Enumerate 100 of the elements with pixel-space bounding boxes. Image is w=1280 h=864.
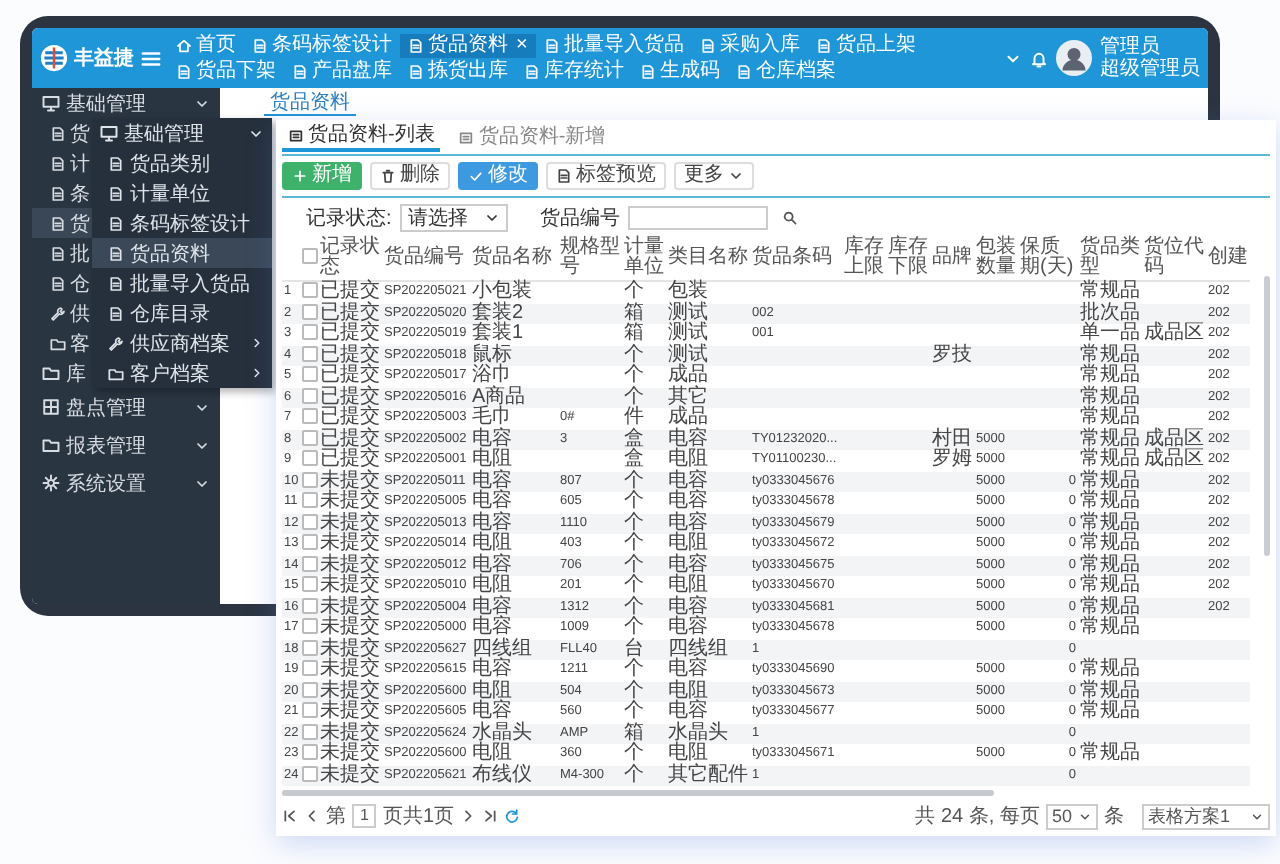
table-cell: 台 (624, 637, 644, 659)
table-cell: 箱 (624, 322, 644, 344)
table-cell: 常规品 (1080, 679, 1140, 701)
table-cell: 常规品 (1080, 427, 1140, 449)
pager-text: 共 24 条, 每页 (915, 803, 1040, 830)
table-cell: 罗姆 (932, 448, 972, 470)
table-cell: 未提交 (320, 511, 380, 533)
table-cell: 已提交 (320, 364, 380, 386)
table-cell: 电容 (668, 469, 708, 491)
table-cell: 电阻 (472, 532, 512, 554)
table-cell: 已提交 (320, 427, 380, 449)
table-cell: 个 (624, 616, 644, 638)
table-cell: 未提交 (320, 532, 380, 554)
table-cell: 个 (624, 280, 644, 302)
table-cell: 个 (624, 679, 644, 701)
table-cell: 已提交 (320, 448, 380, 470)
table-cell: 电容 (472, 700, 512, 722)
table-cell: 个 (624, 700, 644, 722)
table-cell: 成品区 (1144, 322, 1204, 344)
table-cell: 已提交 (320, 385, 380, 407)
filter-label: 记录状态: (306, 205, 392, 232)
table-cell: 个 (624, 511, 644, 533)
table-cell: 批次品 (1080, 301, 1140, 323)
table-cell: 测试 (668, 343, 708, 365)
table-cell: 电容 (668, 511, 708, 533)
table-cell: 已提交 (320, 301, 380, 323)
table-cell: 毛巾 (472, 406, 512, 428)
table-cell: 电容 (668, 553, 708, 575)
table-cell: 未提交 (320, 574, 380, 596)
table-cell: 未提交 (320, 763, 380, 785)
table-cell: 已提交 (320, 322, 380, 344)
table-cell: 成品区 (1144, 427, 1204, 449)
table-cell: 个 (624, 532, 644, 554)
table-cell: 常规品 (1080, 595, 1140, 617)
table-cell: 未提交 (320, 490, 380, 512)
table-cell: 电容 (472, 553, 512, 575)
table-cell: 电阻 (668, 679, 708, 701)
table-cell: 未提交 (320, 700, 380, 722)
table-cell: 个 (624, 385, 644, 407)
table-cell: 常规品 (1080, 553, 1140, 575)
table-cell: 电容 (472, 511, 512, 533)
table-cell: 个 (624, 553, 644, 575)
table-cell: 个 (624, 574, 644, 596)
table-cell: 浴巾 (472, 364, 512, 386)
table-cell: 箱 (624, 721, 644, 743)
pager-text: 第 (326, 804, 346, 830)
table-cell: 电容 (472, 595, 512, 617)
user-role: 超级管理员 (1100, 58, 1200, 80)
table-cell: 电容 (668, 490, 708, 512)
table-cell: 四线组 (668, 637, 728, 659)
table-cell: 未提交 (320, 721, 380, 743)
table-cell: 成品 (668, 406, 708, 428)
table-cell: 常规品 (1080, 280, 1140, 302)
table-cell: 鼠标 (472, 343, 512, 365)
table-cell: 常规品 (1080, 364, 1140, 386)
table-cell: 个 (624, 343, 644, 365)
table-cell: 常规品 (1080, 343, 1140, 365)
table-cell: 已提交 (320, 280, 380, 302)
table-cell: 常规品 (1080, 532, 1140, 554)
table-cell: 电阻 (472, 679, 512, 701)
table-cell: 罗技 (932, 343, 972, 365)
table-cell: 其它 (668, 385, 708, 407)
table-cell: 常规品 (1080, 469, 1140, 491)
table-cell: 常规品 (1080, 700, 1140, 722)
table-cell: 盒 (624, 448, 644, 470)
table-cell: 常规品 (1080, 448, 1140, 470)
table-cell: 常规品 (1080, 574, 1140, 596)
table-cell: 电容 (668, 595, 708, 617)
table-cell: 电阻 (668, 574, 708, 596)
table-cell: 电容 (472, 616, 512, 638)
table-cell: 个 (624, 490, 644, 512)
table-cell: 电容 (472, 490, 512, 512)
table-cell: 未提交 (320, 616, 380, 638)
table-cell: 个 (624, 364, 644, 386)
table-cell: 其它配件 (668, 763, 748, 785)
table-cell: 个 (624, 658, 644, 680)
table-cell: 电阻 (668, 448, 708, 470)
table-cell: 测试 (668, 322, 708, 344)
table-cell: 未提交 (320, 595, 380, 617)
table-cell: 未提交 (320, 637, 380, 659)
table-cell: 常规品 (1080, 406, 1140, 428)
table-cell: 常规品 (1080, 616, 1140, 638)
table-cell: 箱 (624, 301, 644, 323)
table-cell: 盒 (624, 427, 644, 449)
table-cell: 常规品 (1080, 511, 1140, 533)
table-cell: 电阻 (472, 742, 512, 764)
table-cell: 未提交 (320, 658, 380, 680)
table-cell: 单一品 (1080, 322, 1140, 344)
table-cell: 个 (624, 763, 644, 785)
table-cell: 电容 (472, 427, 512, 449)
table-cell: 件 (624, 406, 644, 428)
table-cell: 四线组 (472, 637, 532, 659)
table-cell: A商品 (472, 385, 526, 407)
table-cell: 电容 (668, 658, 708, 680)
table-cell: 电容 (472, 658, 512, 680)
table-cell: 成品区 (1144, 448, 1204, 470)
table-cell: 电容 (472, 469, 512, 491)
table-cell: 常规品 (1080, 658, 1140, 680)
table-cell: 未提交 (320, 469, 380, 491)
table-cell: 电容 (668, 427, 708, 449)
